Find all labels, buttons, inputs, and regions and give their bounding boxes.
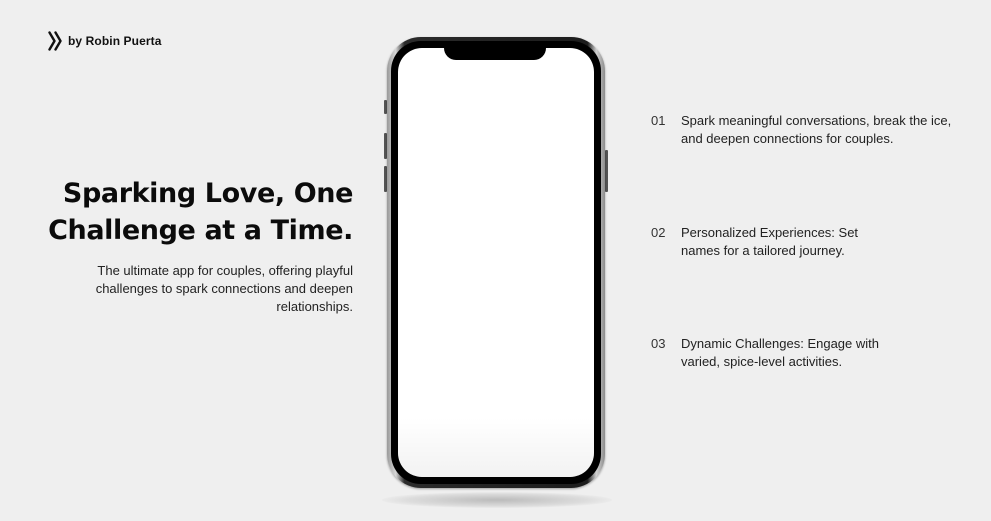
phone-frame [387,37,605,488]
phone-shadow [382,492,612,508]
hero-title-line-1: Sparking Love, One [62,178,353,209]
brand[interactable]: by Robin Puerta [48,31,162,51]
phone-power-button [605,150,608,192]
phone-bezel [391,41,601,484]
feature-item: 03 Dynamic Challenges: Engage with varie… [651,335,961,371]
feature-text: Spark meaningful conversations, break th… [681,113,952,146]
brand-byline: by Robin Puerta [68,34,162,48]
hero-subtitle: The ultimate app for couples, offering p… [95,263,353,314]
feature-item: 01 Spark meaningful conversations, break… [651,112,961,148]
feature-item: 02 Personalized Experiences: Set names f… [651,224,961,260]
feature-number: 02 [651,225,666,240]
feature-number: 01 [651,113,666,128]
phone-mockup [362,30,632,508]
hero-title: Sparking Love, One Challenge at a Time. [40,175,353,249]
feature-number: 03 [651,336,666,351]
double-chevron-right-icon [48,31,62,51]
feature-text: Dynamic Challenges: Engage with varied, … [681,336,879,369]
phone-screen [398,48,594,477]
hero-section: Sparking Love, One Challenge at a Time. … [40,175,353,316]
phone-notch [444,41,546,60]
feature-text: Personalized Experiences: Set names for … [681,225,859,258]
hero-title-line-2: Challenge at a Time. [48,215,353,246]
